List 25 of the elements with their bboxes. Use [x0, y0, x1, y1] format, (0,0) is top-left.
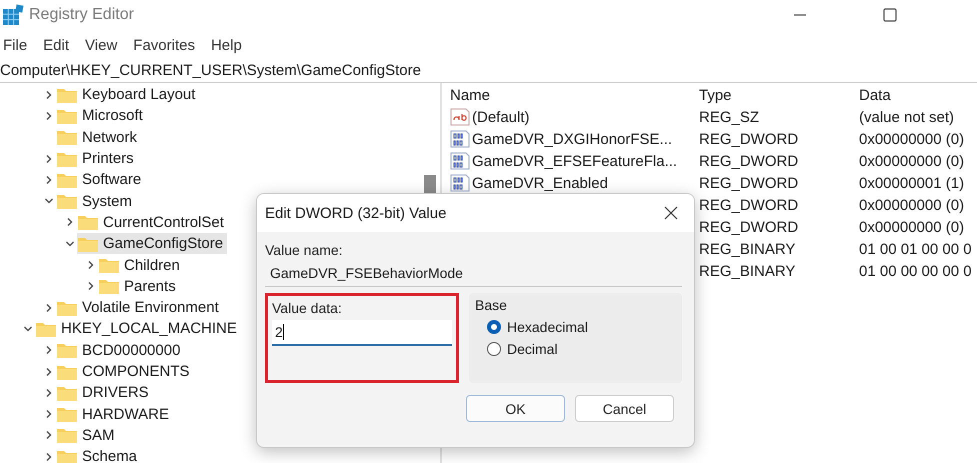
value-data: (value not set) [859, 108, 954, 126]
value-data: 0x00000000 (0) [859, 130, 964, 148]
value-data: 01 00 00 00 00 0 [859, 262, 972, 280]
value-type: REG_DWORD [699, 196, 800, 214]
value-data: 0x00000001 (1) [859, 174, 964, 192]
dialog-title: Edit DWORD (32-bit) Value [265, 204, 446, 222]
value-type: REG_BINARY [699, 240, 796, 258]
base-label: Base [475, 297, 508, 313]
value-name: GameDVR_EFSEFeatureFla... [472, 152, 678, 170]
value-type: REG_DWORD [699, 130, 800, 148]
value-name-label: Value name: [265, 242, 344, 258]
value-data: 0x00000000 (0) [859, 152, 964, 170]
value-name: GameDVR_DXGIHonorFSE... [472, 130, 672, 148]
value-type: REG_DWORD [699, 152, 800, 170]
value-type: REG_DWORD [699, 218, 800, 236]
value-name: GameDVR_Enabled [472, 174, 608, 192]
value-data: 0x00000000 (0) [859, 196, 964, 214]
value-name: (Default) [472, 108, 530, 126]
value-data: 0x00000000 (0) [859, 218, 964, 236]
value-type: REG_BINARY [699, 262, 796, 280]
value-type: REG_SZ [699, 108, 760, 126]
value-data-label: Value data: [272, 300, 343, 316]
window-title: Registry Editor [29, 6, 134, 24]
value-data: 01 00 01 00 00 0 [859, 240, 972, 258]
value-type: REG_DWORD [699, 174, 800, 192]
